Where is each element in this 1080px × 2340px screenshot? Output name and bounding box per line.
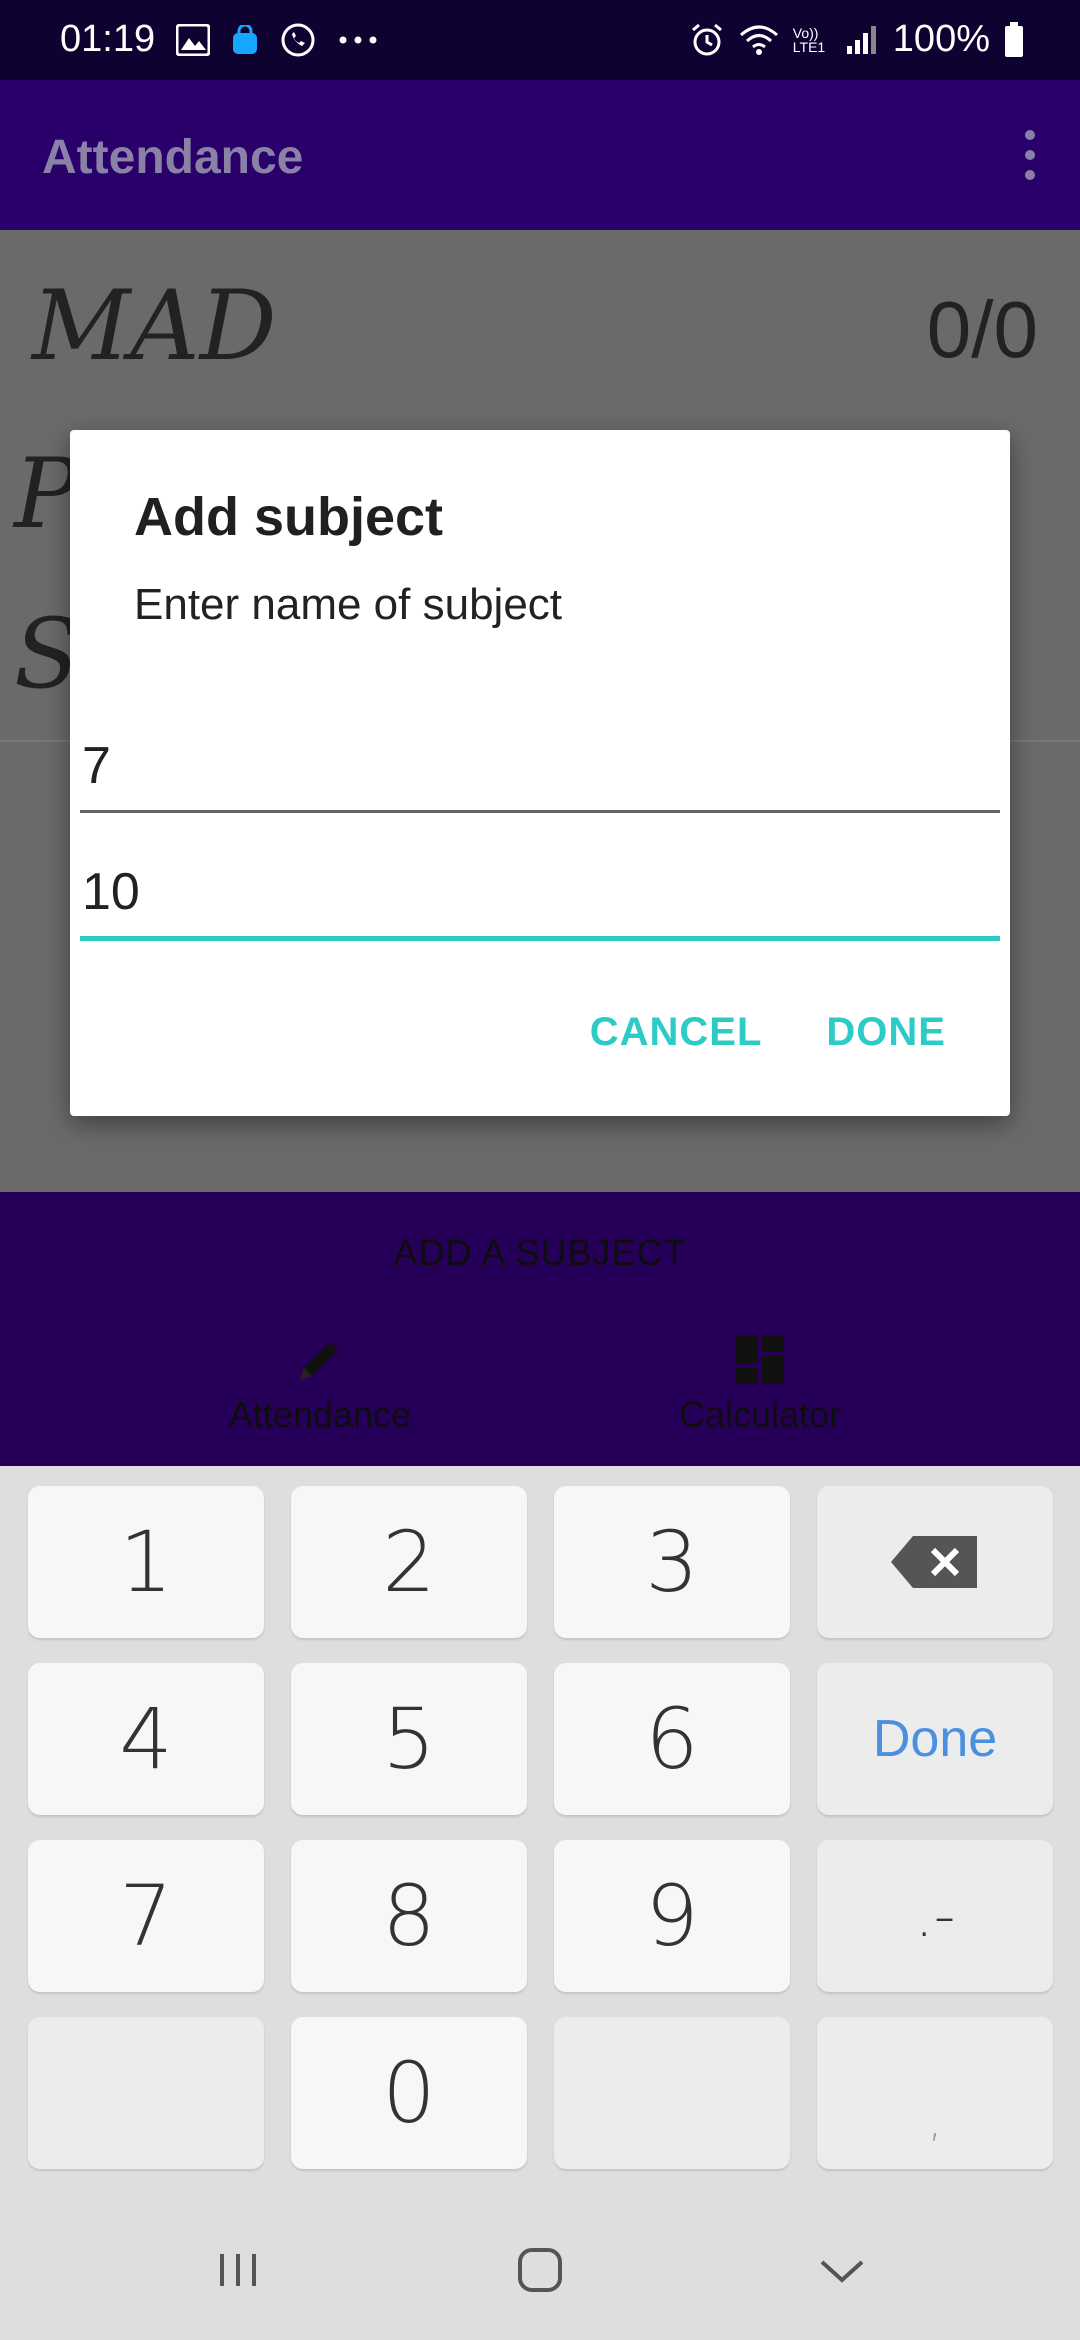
home-icon[interactable] [510,2240,570,2300]
dialog-message: Enter name of subject [134,580,563,629]
subject-name: P [14,438,79,550]
key-3[interactable]: 3 [554,1486,790,1638]
status-bar: 01:19 Vo)) LTE1 100% [0,0,1080,80]
field-value: 10 [82,863,140,921]
alarm-icon [691,23,722,55]
subject-first-field[interactable]: 7 [80,736,1000,813]
battery-icon [1005,21,1023,57]
subject-count: 0/0 [926,285,1038,374]
key-blank-left [28,2017,264,2169]
system-nav-bar [0,2200,1080,2340]
battery-percentage: 100% [892,18,990,60]
key-9[interactable]: 9 [554,1840,790,1992]
keyboard-done-key[interactable]: Done [817,1663,1053,1815]
nav-item-calculator[interactable]: Calculator [610,1332,910,1436]
key-0[interactable]: 0 [291,2017,527,2169]
key-4[interactable]: 4 [28,1663,264,1815]
status-left-icons [176,22,378,58]
done-button[interactable]: DONE [826,1010,946,1055]
key-comma[interactable]: , [817,2017,1053,2169]
backspace-icon [891,1536,977,1588]
add-subject-dialog: Add subject Enter name of subject 7 10 C… [70,430,1010,1116]
cancel-button[interactable]: CANCEL [590,1010,763,1055]
key-1[interactable]: 1 [28,1486,264,1638]
more-icon [339,36,377,44]
key-7[interactable]: 7 [28,1840,264,1992]
field-underline [80,810,1000,813]
field-underline [80,936,1000,941]
key-blank-right [554,2017,790,2169]
recent-apps-icon[interactable] [208,2240,268,2300]
key-8[interactable]: 8 [291,1840,527,1992]
volte-icon: Vo)) LTE1 [792,24,826,55]
field-value: 7 [82,737,111,795]
key-2[interactable]: 2 [291,1486,527,1638]
add-subject-button[interactable]: ADD A SUBJECT [0,1232,1080,1274]
whatsapp-icon [281,23,315,57]
status-right: Vo)) LTE1 100% [689,18,1024,61]
nav-label: Attendance [228,1394,412,1435]
dialog-actions: CANCEL DONE [590,1010,946,1055]
backspace-key[interactable] [817,1486,1053,1638]
key-6[interactable]: 6 [554,1663,790,1815]
app-title: Attendance [42,131,304,184]
back-icon[interactable] [812,2240,872,2300]
store-icon [233,25,257,54]
nav-label: Calculator [678,1394,842,1435]
more-vert-icon[interactable] [1020,130,1040,180]
key-dot-minus[interactable]: .- [817,1840,1053,1992]
signal-icon [846,25,876,54]
pencil-icon [300,1342,338,1380]
app-bar: Attendance [0,80,1080,230]
dashboard-icon [736,1336,784,1384]
wifi-icon [739,25,778,55]
dialog-title: Add subject [134,487,444,547]
key-5[interactable]: 5 [291,1663,527,1815]
gallery-icon [176,24,210,56]
bottom-panel: ADD A SUBJECT Attendance Calculator [0,1192,1080,1466]
nav-item-attendance[interactable]: Attendance [170,1332,470,1436]
subject-second-field[interactable]: 10 [80,862,1000,941]
status-time: 01:19 [60,18,156,60]
subject-name: MAD [32,270,277,382]
